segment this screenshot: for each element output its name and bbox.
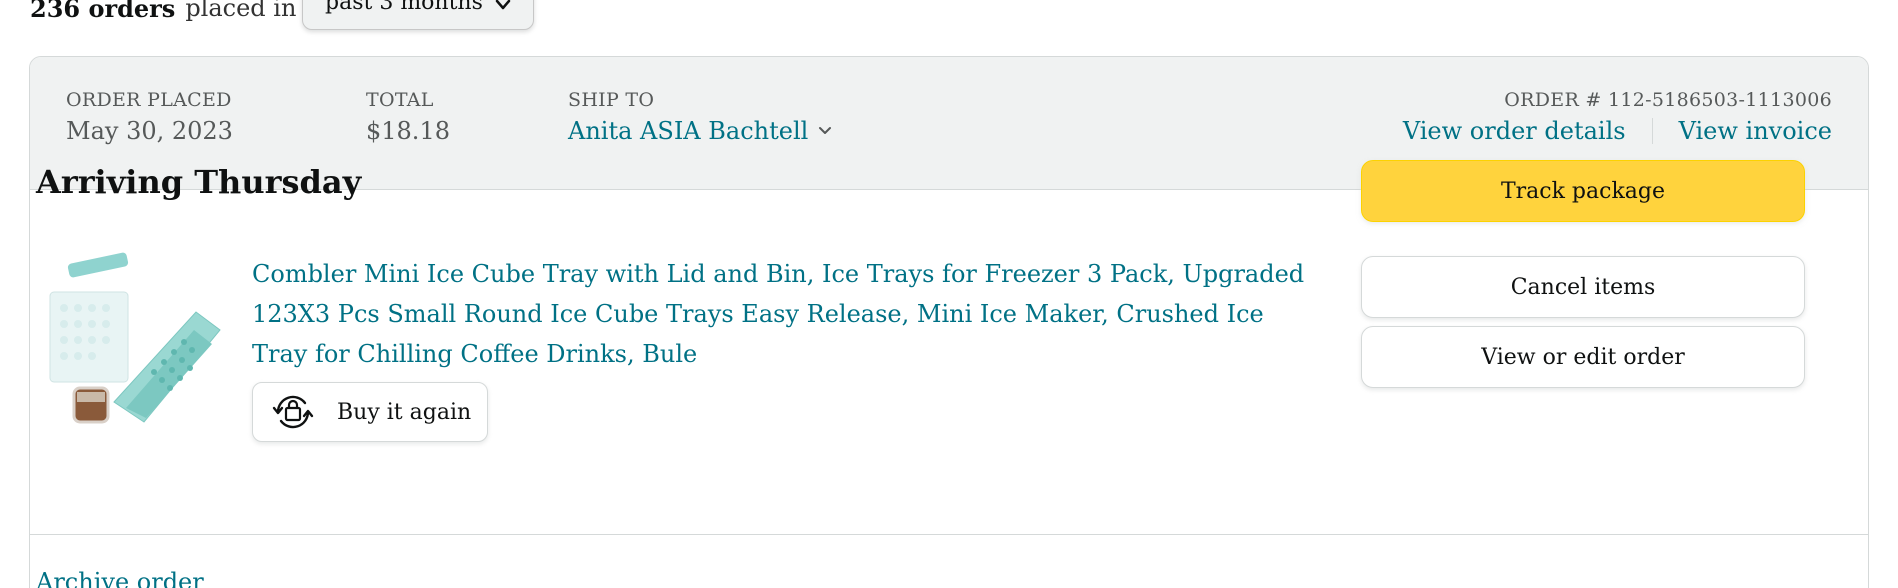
view-edit-order-label: View or edit order: [1481, 344, 1685, 370]
archive-order-link[interactable]: Archive order: [36, 568, 204, 588]
ship-to-recipient-link[interactable]: Anita ASIA Bachtell: [568, 117, 832, 145]
orders-page: 236 orders placed in past 3 months ORDER…: [0, 0, 1898, 588]
order-number-column: ORDER # 112-5186503-1113006 View order d…: [1403, 89, 1832, 145]
order-placed-label: ORDER PLACED: [66, 89, 232, 111]
orders-summary: 236 orders placed in: [30, 0, 296, 28]
time-range-dropdown[interactable]: past 3 months: [302, 0, 534, 30]
view-invoice-link[interactable]: View invoice: [1679, 117, 1832, 145]
chevron-down-icon: [818, 126, 832, 136]
order-links: View order details View invoice: [1403, 117, 1832, 145]
track-package-button[interactable]: Track package: [1361, 160, 1805, 222]
order-total-value: $18.18: [366, 117, 450, 145]
order-total-column: TOTAL $18.18: [366, 89, 450, 145]
product-title-link[interactable]: Combler Mini Ice Cube Tray with Lid and …: [252, 254, 1312, 374]
orders-count: 236 orders: [30, 0, 176, 23]
order-number: ORDER # 112-5186503-1113006: [1504, 89, 1832, 111]
track-package-label: Track package: [1500, 178, 1666, 204]
link-divider: [1651, 118, 1653, 144]
view-edit-order-button[interactable]: View or edit order: [1361, 326, 1805, 388]
card-divider: [30, 534, 1868, 535]
buy-it-again-label: Buy it again: [337, 399, 472, 425]
order-total-label: TOTAL: [366, 89, 434, 111]
view-order-details-link[interactable]: View order details: [1403, 117, 1626, 145]
order-placed-date: May 30, 2023: [66, 117, 233, 145]
chevron-down-icon: [495, 0, 511, 15]
cancel-items-label: Cancel items: [1510, 274, 1656, 300]
buy-it-again-button[interactable]: Buy it again: [252, 382, 488, 442]
ship-to-label: SHIP TO: [568, 89, 655, 111]
ship-to-recipient: Anita ASIA Bachtell: [568, 117, 809, 145]
time-range-value: past 3 months: [325, 0, 483, 15]
delivery-status: Arriving Thursday: [36, 163, 362, 201]
product-image[interactable]: [44, 252, 224, 428]
buy-again-icon: [269, 388, 317, 436]
ship-to-column: SHIP TO Anita ASIA Bachtell: [568, 89, 832, 145]
order-placed-column: ORDER PLACED May 30, 2023: [66, 89, 233, 145]
cancel-items-button[interactable]: Cancel items: [1361, 256, 1805, 318]
placed-in-label: placed in: [185, 0, 297, 22]
